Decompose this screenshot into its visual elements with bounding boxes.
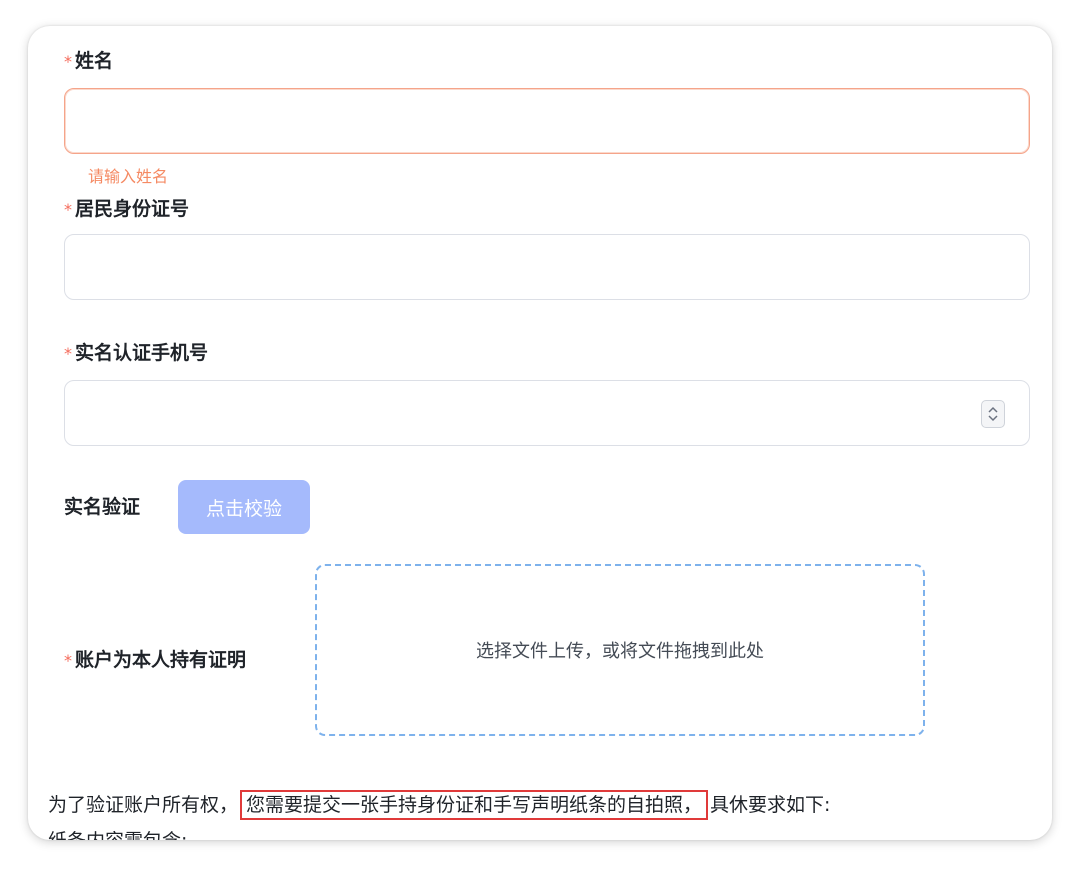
verification-form-card: * 姓名 请输入姓名 * 居民身份证号 * 实名认证手机号 实名验证 点击校验 * 账户… bbox=[28, 26, 1052, 840]
required-mark: * bbox=[64, 651, 72, 670]
notice-prefix: 为了验证账户所有权， bbox=[48, 794, 239, 816]
id-number-input[interactable] bbox=[64, 234, 1030, 300]
verification-label: 实名验证 bbox=[64, 496, 141, 518]
notice-next-line: 纸条内容需包含: bbox=[48, 826, 187, 840]
phone-label: * 实名认证手机号 bbox=[64, 338, 208, 365]
id-number-label-text: 居民身份证号 bbox=[75, 198, 190, 220]
ownership-proof-label-text: 账户为本人持有证明 bbox=[75, 649, 247, 671]
notice-text: 为了验证账户所有权， 您需要提交一张手持身份证和手写声明纸条的自拍照， 具休要求如下… bbox=[48, 790, 831, 820]
notice-suffix: 具休要求如下: bbox=[710, 794, 831, 816]
name-error-message: 请输入姓名 bbox=[88, 167, 169, 186]
upload-instructions: 选择文件上传，或将文件拖拽到此处 bbox=[476, 641, 764, 662]
chevron-up-icon[interactable] bbox=[987, 406, 999, 414]
verify-button[interactable]: 点击校验 bbox=[178, 480, 310, 534]
chevron-down-icon[interactable] bbox=[987, 414, 999, 422]
phone-input[interactable] bbox=[64, 380, 1030, 446]
required-mark: * bbox=[64, 200, 72, 219]
name-input[interactable] bbox=[64, 88, 1030, 154]
required-mark: * bbox=[64, 344, 72, 363]
notice-highlight: 您需要提交一张手持身份证和手写声明纸条的自拍照， bbox=[240, 790, 709, 820]
number-stepper[interactable] bbox=[981, 400, 1005, 428]
file-upload-dropzone[interactable]: 选择文件上传，或将文件拖拽到此处 bbox=[315, 564, 925, 736]
id-number-label: * 居民身份证号 bbox=[64, 194, 189, 221]
ownership-proof-label: * 账户为本人持有证明 bbox=[64, 645, 246, 672]
name-label-text: 姓名 bbox=[75, 50, 114, 72]
required-mark: * bbox=[64, 52, 72, 71]
phone-label-text: 实名认证手机号 bbox=[75, 342, 209, 364]
name-label: * 姓名 bbox=[64, 46, 113, 73]
